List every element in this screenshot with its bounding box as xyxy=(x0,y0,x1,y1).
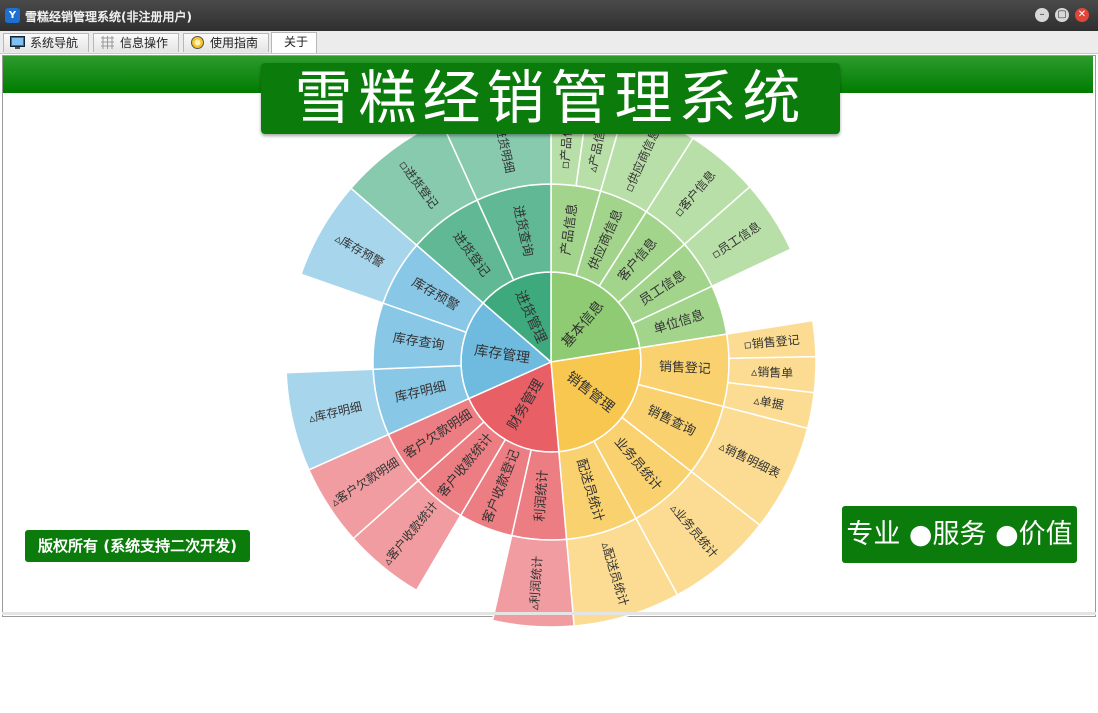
page-title: 雪糕经销管理系统 xyxy=(261,63,840,134)
submenu-label: 销售登记 xyxy=(659,359,712,377)
divider xyxy=(2,612,1096,615)
slogan-badge: 专业 ●服务 ●价值 xyxy=(842,506,1077,563)
leaf-label: ▵销售单 xyxy=(751,364,794,381)
copyright-badge: 版权所有 (系统支持二次开发) xyxy=(25,530,250,562)
